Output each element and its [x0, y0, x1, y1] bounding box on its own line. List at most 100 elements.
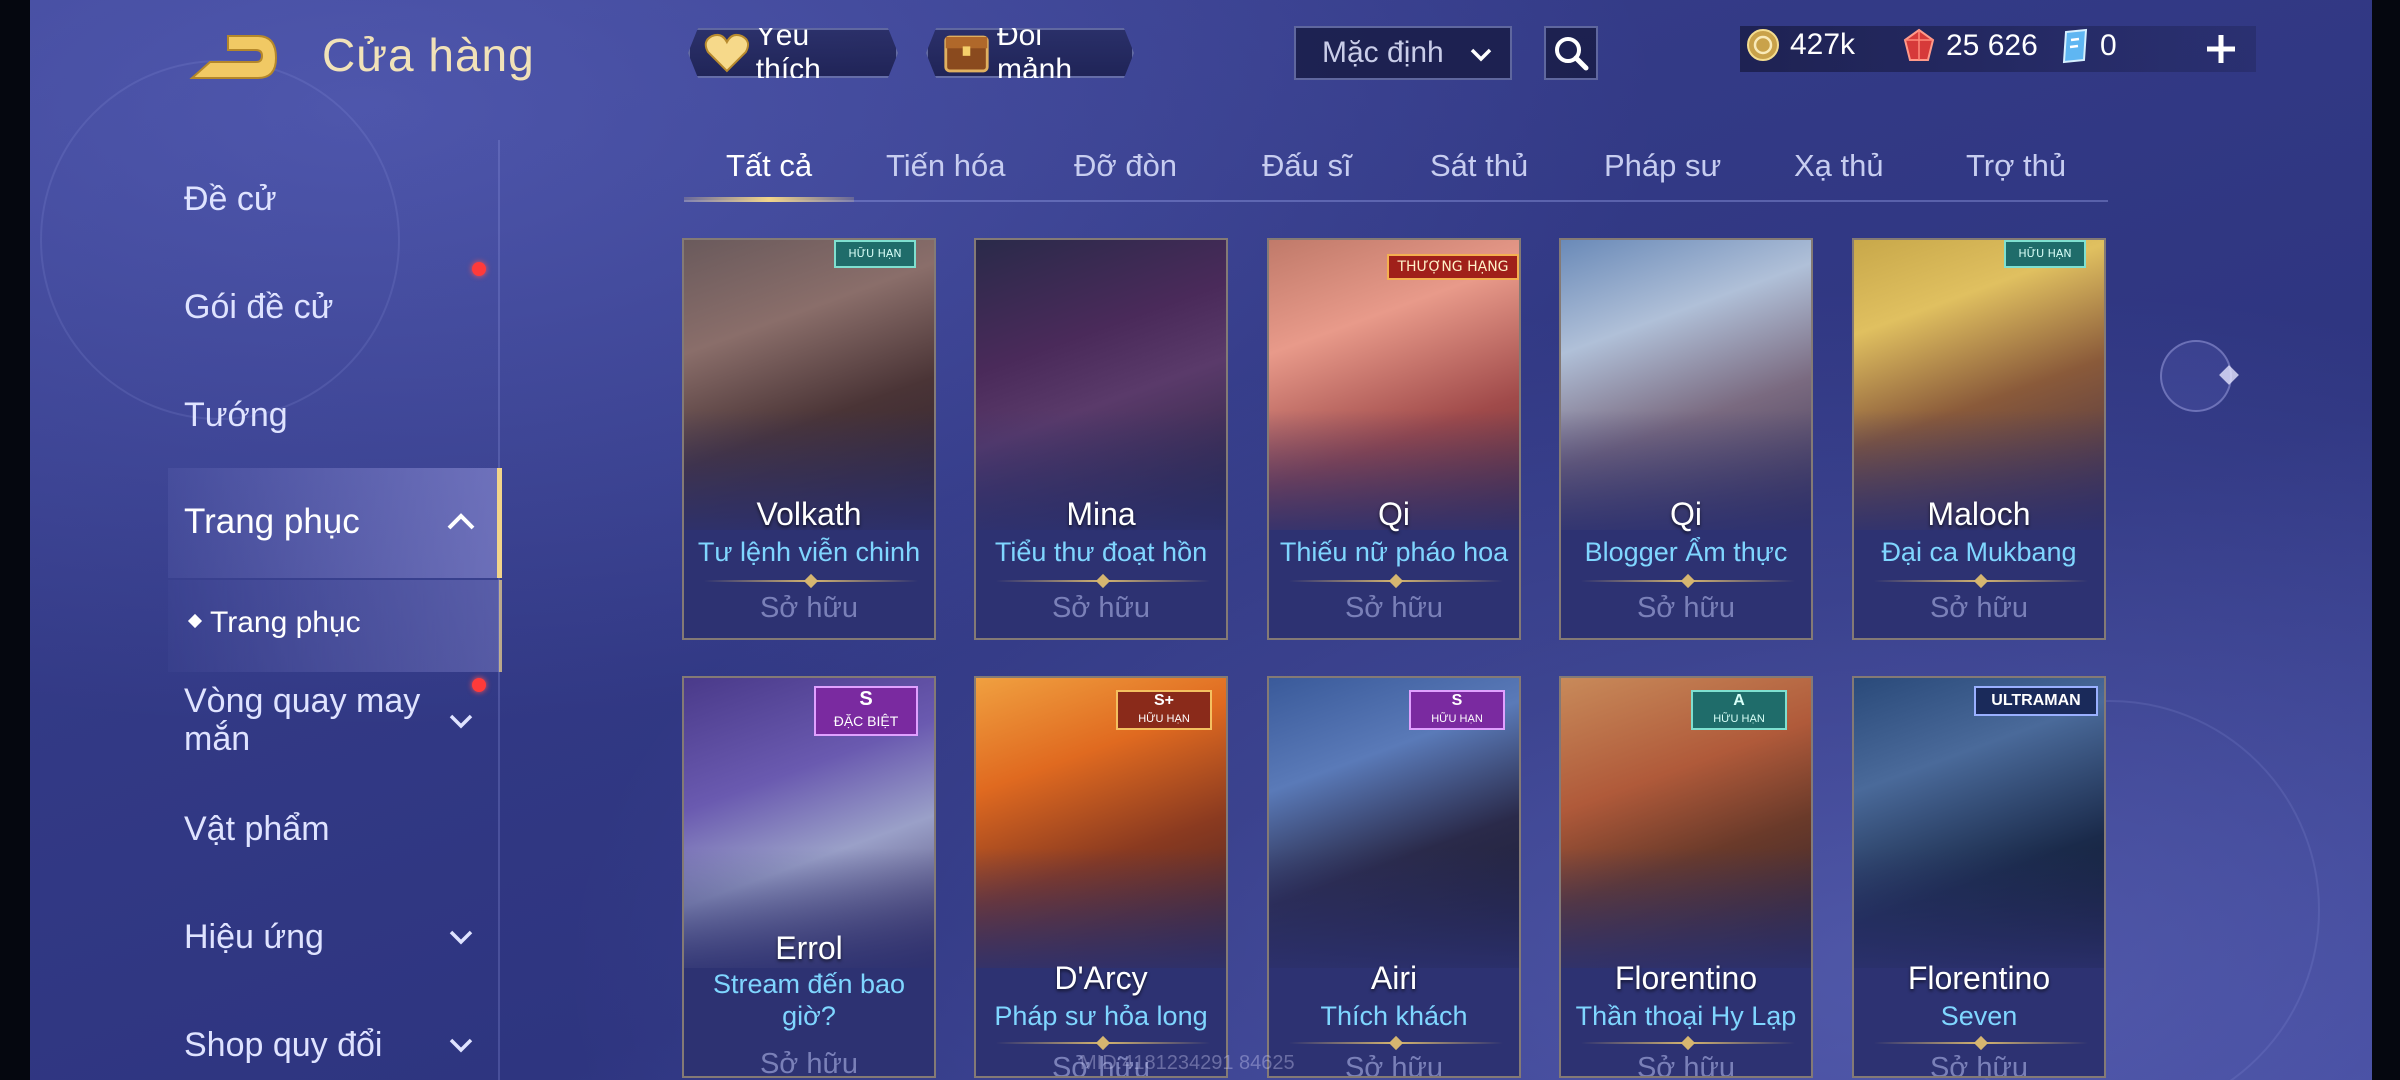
sidebar-item-skins[interactable]: Trang phục: [168, 468, 502, 578]
badge-label: ĐẶC BIỆT: [833, 713, 899, 729]
card-fade: [1269, 848, 1519, 978]
skin-card[interactable]: S+ HỮU HẠN D'Arcy Pháp sư hỏa long Sở hữ…: [974, 676, 1228, 1078]
skin-card[interactable]: S HỮU HẠN Airi Thích khách Sở hữu: [1267, 676, 1521, 1078]
hero-name: Florentino: [1907, 960, 2051, 996]
skin-name: Thiếu nữ pháo hoa: [1279, 537, 1509, 567]
divider-diamond-icon: [1680, 573, 1696, 589]
divider-diamond-icon: [1388, 1035, 1404, 1051]
notification-dot: [472, 262, 486, 276]
gold-coin-icon: [1747, 29, 1779, 61]
skin-card[interactable]: S ĐẶC BIỆT Errol Stream đến bao giờ? Sở …: [682, 676, 936, 1078]
divider-diamond-icon: [1973, 1035, 1989, 1051]
divider-diamond-icon: [1973, 573, 1989, 589]
sort-dropdown[interactable]: Mặc định: [1294, 26, 1512, 80]
screen-edge-left: [0, 0, 30, 1080]
bullet-diamond-icon: [187, 613, 203, 629]
skin-name: Thích khách: [1320, 1001, 1468, 1031]
tab-assassin[interactable]: Sát thủ: [1430, 148, 1528, 184]
owned-status: Sở hữu: [1344, 1052, 1444, 1078]
shop-screen: Cửa hàng Yêu thích Đổi mảnh Mặc định 427…: [0, 0, 2400, 1080]
hero-name: Volkath: [756, 496, 862, 532]
skin-card[interactable]: Mina Tiểu thư đoạt hồn Sở hữu: [974, 238, 1228, 640]
hero-name: Qi: [1378, 496, 1410, 532]
heart-icon: [704, 33, 750, 73]
gold-value: 427k: [1790, 28, 1856, 61]
gold-balance: 427k: [1746, 28, 1855, 62]
chevron-down-icon[interactable]: [446, 924, 476, 950]
divider-diamond-icon: [1095, 1035, 1111, 1051]
skin-card[interactable]: HỮU HẠN Volkath Tư lệnh viễn chinh Sở hữ…: [682, 238, 936, 640]
divider-diamond-icon: [803, 573, 819, 589]
hero-name: Maloch: [1927, 496, 2031, 532]
skin-name: Stream đến bao giờ?: [712, 969, 906, 1031]
skin-card[interactable]: Qi Blogger Ẩm thực Sở hữu: [1559, 238, 1813, 640]
add-currency-button[interactable]: [2196, 26, 2246, 72]
page-title: Cửa hàng: [322, 29, 535, 81]
background-swirl: [40, 60, 400, 420]
sidebar-item-effects[interactable]: Hiệu ứng: [184, 918, 324, 957]
sidebar-subitem-skins[interactable]: Trang phục: [168, 580, 502, 672]
sidebar-item-heroes[interactable]: Tướng: [184, 396, 288, 435]
tab-fighter[interactable]: Đấu sĩ: [1262, 148, 1352, 184]
hero-name: Airi: [1370, 960, 1418, 996]
rarity-badge: S HỮU HẠN: [1409, 690, 1505, 730]
chevron-down-icon[interactable]: [446, 708, 476, 734]
chevron-down-icon[interactable]: [446, 1032, 476, 1058]
badge-tier: S+: [1153, 692, 1174, 709]
voucher-balance: 0: [2060, 28, 2117, 64]
plus-icon: [2207, 35, 2235, 63]
tab-mage[interactable]: Pháp sư: [1604, 148, 1721, 184]
owned-status: Sở hữu: [1051, 592, 1151, 624]
tab-support[interactable]: Trợ thủ: [1966, 148, 2066, 184]
favorites-button[interactable]: Yêu thích: [688, 28, 898, 78]
badge-label: HỮU HẠN: [1431, 713, 1483, 725]
rarity-badge: HỮU HẠN: [834, 240, 916, 268]
hero-name: D'Arcy: [1054, 960, 1148, 996]
screen-edge-right: [2372, 0, 2400, 1080]
badge-tier: A: [1733, 692, 1745, 709]
tab-marksman[interactable]: Xạ thủ: [1794, 148, 1884, 184]
rarity-badge: A HỮU HẠN: [1691, 690, 1787, 730]
voucher-value: 0: [2100, 29, 2117, 62]
floating-menu-button[interactable]: [2160, 340, 2239, 412]
tab-all[interactable]: Tất cả: [726, 148, 812, 184]
search-button[interactable]: [1544, 26, 1598, 80]
skin-name: Tiểu thư đoạt hồn: [994, 537, 1208, 567]
treasure-chest-icon: [942, 30, 991, 76]
skin-name: Thần thoại Hy Lạp: [1575, 1001, 1797, 1031]
sidebar-item-recommended-packs[interactable]: Gói đề cử: [184, 288, 333, 327]
card-fade: [1561, 848, 1811, 978]
sidebar-item-lucky-spin[interactable]: Vòng quay may mắn: [184, 682, 444, 758]
sidebar-item-exchange-shop[interactable]: Shop quy đổi: [184, 1026, 383, 1065]
rarity-badge: S+ HỮU HẠN: [1116, 690, 1212, 730]
chevron-down-icon: [1470, 48, 1492, 62]
sidebar-item-recommended[interactable]: Đề cử: [184, 180, 277, 219]
sidebar-item-label: Gói đề cử: [184, 288, 334, 326]
skin-card[interactable]: ULTRAMAN Florentino Seven Sở hữu: [1852, 676, 2106, 1078]
divider-diamond-icon: [1095, 573, 1111, 589]
owned-status: Sở hữu: [1929, 1052, 2029, 1078]
ruby-balance: 25 626: [1902, 28, 2038, 64]
tab-evolution[interactable]: Tiến hóa: [886, 148, 1006, 184]
owned-status: Sở hữu: [1636, 1052, 1736, 1078]
divider-diamond-icon: [1680, 1035, 1696, 1051]
badge-tier: S: [859, 688, 873, 710]
skin-card[interactable]: THƯỢNG HẠNG Qi Thiếu nữ pháo hoa Sở hữu: [1267, 238, 1521, 640]
skin-name: Seven: [1940, 1001, 2018, 1031]
back-button[interactable]: [180, 28, 280, 90]
tab-tank[interactable]: Đỡ đòn: [1074, 148, 1177, 184]
exchange-button[interactable]: Đổi mảnh: [926, 28, 1134, 78]
skin-card[interactable]: HỮU HẠN Maloch Đại ca Mukbang Sở hữu: [1852, 238, 2106, 640]
back-arrow-icon: [189, 35, 278, 79]
rarity-badge: THƯỢNG HẠNG: [1387, 254, 1519, 280]
owned-status: Sở hữu: [1636, 592, 1736, 624]
skin-card[interactable]: A HỮU HẠN Florentino Thần thoại Hy Lạp S…: [1559, 676, 1813, 1078]
badge-tier: S: [1451, 692, 1463, 709]
ruby-gem-icon: [1903, 28, 1935, 61]
id-watermark: MID:4181234291 84625: [1080, 1052, 1295, 1074]
sidebar-item-items[interactable]: Vật phẩm: [184, 810, 330, 849]
search-icon: [1555, 37, 1589, 71]
skin-name: Pháp sư hỏa long: [994, 1001, 1208, 1031]
voucher-icon: [2062, 28, 2088, 64]
owned-status: Sở hữu: [759, 1048, 859, 1078]
